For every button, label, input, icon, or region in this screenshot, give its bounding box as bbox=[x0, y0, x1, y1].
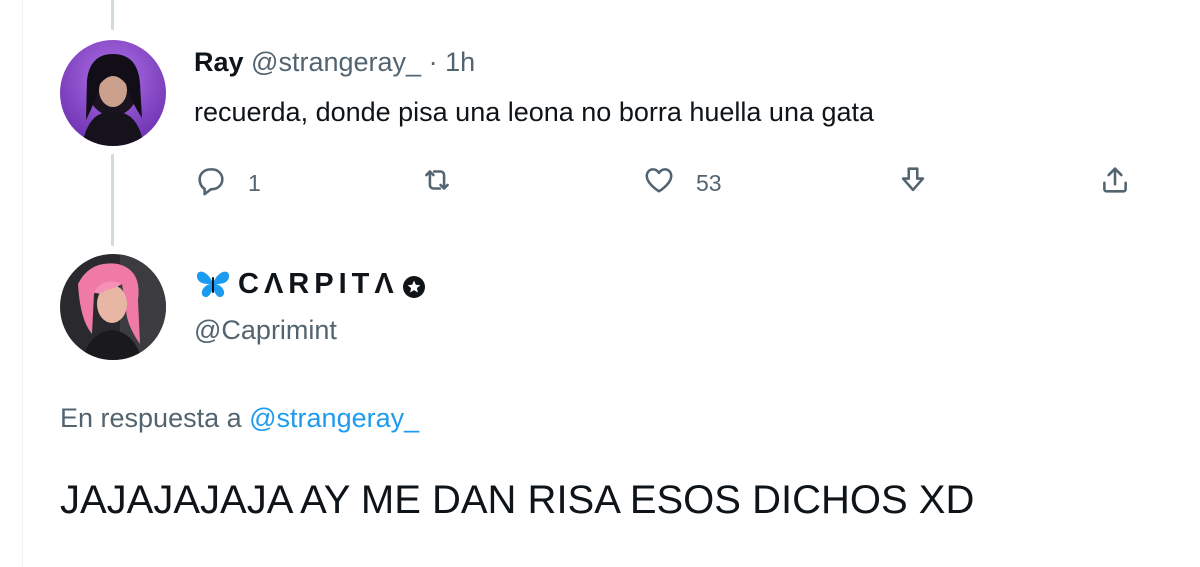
timeline-border bbox=[22, 0, 23, 567]
avatar-caprimint[interactable] bbox=[60, 254, 166, 360]
avatar-ray-image bbox=[60, 40, 166, 146]
download-icon bbox=[896, 163, 930, 203]
share-icon bbox=[1098, 163, 1132, 203]
tweet1-text: recuerda, donde pisa una leona no borra … bbox=[194, 97, 875, 127]
retweet-icon bbox=[420, 163, 454, 203]
star-badge-icon bbox=[401, 271, 427, 298]
reply-context: En respuesta a @strangeray_ bbox=[60, 400, 419, 436]
butterfly-icon bbox=[194, 267, 232, 301]
thread-line-top bbox=[111, 0, 114, 30]
tweet1-author-name[interactable]: Ray bbox=[194, 47, 244, 77]
reply-icon bbox=[194, 163, 228, 203]
tweet1-header: Ray @strangeray_ · 1h bbox=[194, 44, 475, 80]
share-button[interactable] bbox=[1098, 163, 1132, 203]
tweet2-author-name: CΛRPITΛ bbox=[238, 268, 399, 300]
download-button[interactable] bbox=[896, 163, 930, 203]
tweet1-author-handle[interactable]: @strangeray_ bbox=[251, 47, 421, 77]
reply-button[interactable]: 1 bbox=[194, 163, 261, 203]
avatar-caprimint-image bbox=[60, 254, 166, 360]
tweet1-timestamp[interactable]: 1h bbox=[445, 47, 475, 77]
tweet1-actions: 1 53 bbox=[0, 163, 1200, 203]
tweet2-author-handle[interactable]: @Caprimint bbox=[194, 312, 337, 348]
avatar-ray[interactable] bbox=[60, 40, 166, 146]
heart-icon bbox=[642, 163, 676, 203]
reply-count: 1 bbox=[248, 169, 261, 196]
reply-prefix: En respuesta a bbox=[60, 403, 242, 433]
retweet-button[interactable] bbox=[420, 163, 454, 203]
tweet1-separator: · bbox=[428, 47, 438, 77]
reply-mention-link[interactable]: @strangeray_ bbox=[249, 403, 419, 433]
like-button[interactable]: 53 bbox=[642, 163, 722, 203]
like-count: 53 bbox=[696, 169, 722, 196]
tweet2-author-name-row[interactable]: CΛRPITΛ bbox=[194, 264, 427, 304]
tweet2-text: JAJAJAJAJA AY ME DAN RISA ESOS DICHOS XD bbox=[60, 478, 975, 522]
